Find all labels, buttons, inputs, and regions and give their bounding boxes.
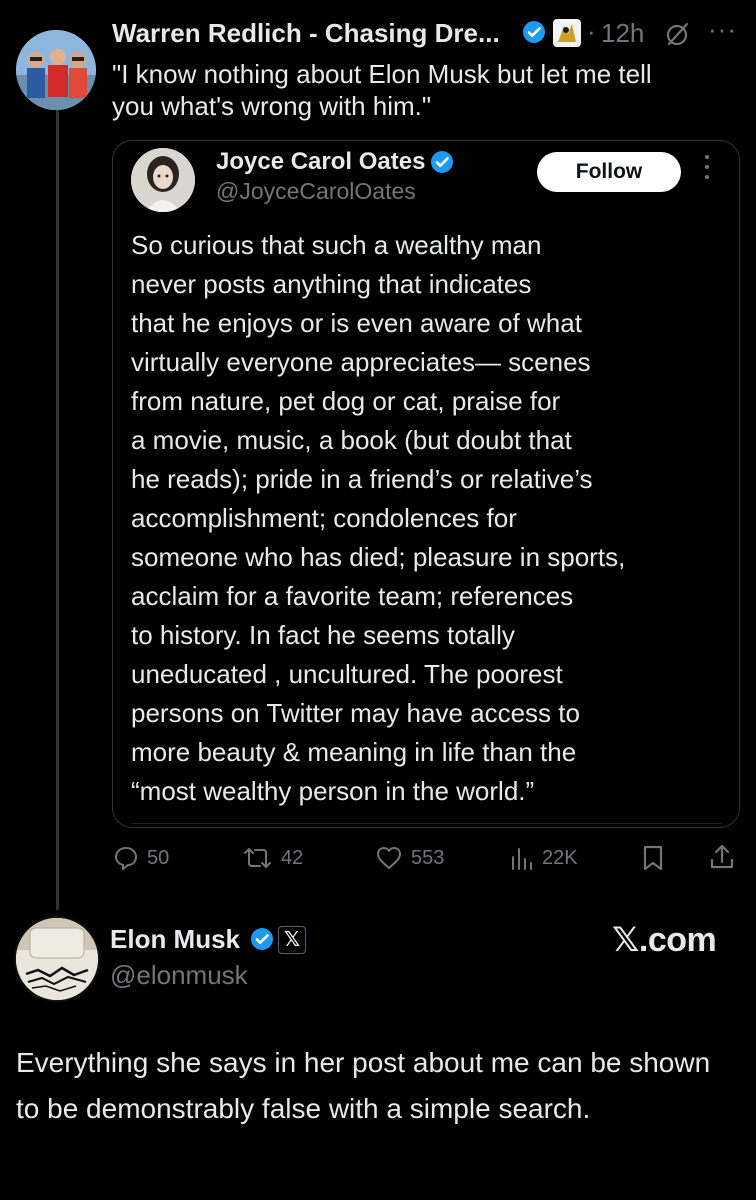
warren-avatar[interactable] [16, 30, 96, 110]
quote-line: uneducated , uncultured. The poorest [131, 659, 563, 689]
thread-connector-line [56, 98, 59, 910]
quote-line: never posts anything that indicates [131, 269, 532, 299]
views-button[interactable]: 22K [510, 842, 578, 874]
post-timestamp[interactable]: 12h [601, 18, 644, 49]
post-author-name[interactable]: Warren Redlich - Chasing Dre... [112, 18, 500, 49]
quote-author-handle[interactable]: @JoyceCarolOates [216, 178, 416, 205]
x-affiliate-badge-icon: 𝕏 [278, 926, 306, 954]
share-icon[interactable] [708, 842, 736, 877]
quote-card-divider [132, 823, 722, 824]
quote-line: accomplishment; condolences for [131, 503, 517, 533]
affiliate-badge-icon [552, 18, 582, 48]
like-button[interactable]: 553 [375, 842, 444, 874]
post-text: "I know nothing about Elon Musk but let … [112, 59, 652, 121]
quote-line: So curious that such a wealthy man [131, 230, 542, 260]
grok-icon[interactable] [665, 21, 691, 52]
quote-line: acclaim for a favorite team; references [131, 581, 574, 611]
repost-button[interactable]: 42 [243, 842, 303, 874]
quote-line: that he enjoys or is even aware of what [131, 308, 582, 338]
verified-badge-icon [430, 150, 454, 179]
quote-line: more beauty & meaning in life than the [131, 737, 577, 767]
elon-avatar[interactable] [14, 916, 100, 1002]
verified-badge-icon [250, 927, 274, 956]
bookmark-icon[interactable] [640, 844, 666, 877]
verified-badge-icon [522, 20, 546, 49]
time-separator: · [587, 16, 596, 46]
quote-text: So curious that such a wealthy man never… [131, 226, 731, 811]
repost-count: 42 [281, 846, 304, 869]
like-count: 553 [411, 846, 445, 869]
quote-author-name[interactable]: Joyce Carol Oates [216, 148, 425, 176]
quote-line: from nature, pet dog or cat, praise for [131, 386, 561, 416]
quote-line: to history. In fact he seems totally [131, 620, 515, 650]
quote-line: virtually everyone appreciates— scenes [131, 347, 591, 377]
view-count: 22K [542, 846, 578, 869]
joyce-avatar[interactable] [131, 148, 195, 212]
more-icon[interactable]: ··· [708, 14, 737, 45]
reply-button[interactable]: 50 [113, 842, 169, 874]
quote-line: he reads); pride in a friend’s or relati… [131, 464, 593, 494]
reply-author-handle[interactable]: @elonmusk [110, 960, 248, 991]
x-com-logo: 𝕏.com [612, 921, 717, 959]
reply-text: Everything she says in her post about me… [16, 1047, 711, 1124]
quote-line: someone who has died; pleasure in sports… [131, 542, 626, 572]
reply-icon [115, 847, 137, 870]
quote-line: a movie, music, a book (but doubt that [131, 425, 572, 455]
more-vertical-icon[interactable] [703, 155, 711, 185]
quote-line: persons on Twitter may have access to [131, 698, 580, 728]
analytics-icon [512, 848, 532, 870]
follow-button[interactable]: Follow [537, 152, 681, 192]
reply-count: 50 [147, 846, 170, 869]
reply-author-name[interactable]: Elon Musk [110, 924, 240, 955]
heart-icon [377, 847, 401, 869]
repost-icon [244, 848, 271, 868]
quote-line: “most wealthy person in the world.” [131, 776, 535, 806]
